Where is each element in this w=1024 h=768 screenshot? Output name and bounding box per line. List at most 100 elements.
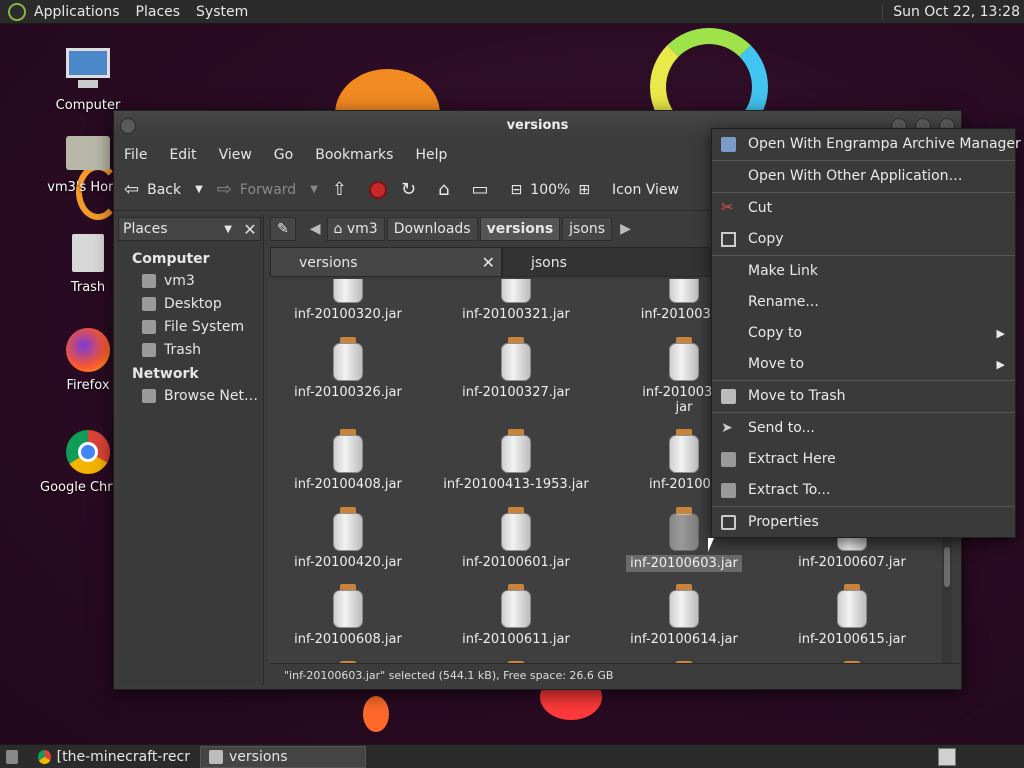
taskbar-item-label: [the-minecraft-recr…	[56, 748, 190, 765]
file-item[interactable]: inf-20100608.jar	[268, 584, 428, 647]
breadcrumb-left-arrow-icon[interactable]: ◀	[304, 218, 327, 240]
menu-properties[interactable]: Properties	[712, 507, 1015, 538]
archive-manager-icon	[721, 137, 736, 152]
top-panel: Applications Places System Sun Oct 22, 1…	[0, 0, 1024, 24]
network-icon	[142, 389, 156, 403]
taskbar-item-versions[interactable]: versions	[200, 745, 366, 768]
window-title: versions	[506, 118, 569, 133]
menu-open-with-other[interactable]: Open With Other Application…	[712, 161, 1015, 192]
menu-extract-here[interactable]: Extract Here	[712, 444, 1015, 475]
menu-rename[interactable]: Rename...	[712, 287, 1015, 318]
zoom-out-icon[interactable]: ⊟	[511, 182, 523, 198]
context-menu: Open With Engrampa Archive Manager Open …	[711, 128, 1021, 538]
sidebar-header: Places ▼ ✕	[118, 217, 261, 241]
forward-dropdown-icon[interactable]: ▼	[310, 184, 318, 195]
view-mode-select[interactable]: Icon View	[612, 182, 679, 198]
computer-button[interactable]: ▭	[472, 179, 497, 200]
breadcrumb-vm3[interactable]: ⌂ vm3	[326, 217, 385, 241]
file-item[interactable]: inf-20100320.jar	[268, 279, 428, 322]
zoom-in-icon[interactable]: ⊞	[578, 182, 590, 198]
menu-make-link[interactable]: Make Link	[712, 256, 1015, 287]
applications-menu[interactable]: Applications	[34, 4, 120, 20]
jar-file-icon	[331, 507, 365, 551]
menu-move-to-trash[interactable]: Move to Trash	[712, 381, 1015, 412]
menu-edit[interactable]: Edit	[169, 147, 196, 163]
sidebar-selector[interactable]: Places	[123, 221, 224, 237]
sidebar-close-icon[interactable]: ✕	[240, 220, 260, 239]
system-menu[interactable]: System	[196, 4, 248, 20]
file-item[interactable]: inf-20100321.jar	[436, 279, 596, 322]
sidebar-item-label: vm3	[164, 273, 195, 289]
panel-clock[interactable]: Sun Oct 22, 13:28	[882, 3, 1020, 20]
reload-button[interactable]: ↻	[401, 179, 424, 200]
menu-bookmarks[interactable]: Bookmarks	[315, 147, 393, 163]
sidebar-dropdown-icon[interactable]: ▼	[224, 224, 232, 235]
breadcrumb-right-arrow-icon[interactable]: ▶	[614, 218, 637, 240]
file-item[interactable]: inf-20100601.jar	[436, 507, 596, 570]
menu-copy-to[interactable]: Copy to ▶	[712, 318, 1015, 349]
file-item[interactable]: inf-20100326.jar	[268, 337, 428, 400]
sidebar-item-vm3[interactable]: vm3	[118, 270, 263, 293]
folder-icon	[209, 749, 223, 764]
taskbar-item-chrome[interactable]: [the-minecraft-recr…	[30, 746, 198, 768]
submenu-arrow-icon: ▶	[996, 327, 1005, 340]
show-desktop-button[interactable]	[2, 746, 28, 768]
file-item[interactable]: inf-20100614.jar	[604, 584, 764, 647]
jar-file-icon	[499, 507, 533, 551]
up-button[interactable]: ⇧	[332, 179, 355, 200]
file-item[interactable]: inf-20100615.jar	[772, 584, 932, 647]
home-button[interactable]: ⌂	[438, 179, 457, 200]
window-menu-icon[interactable]	[120, 118, 136, 134]
menu-help[interactable]: Help	[415, 147, 447, 163]
tab-versions[interactable]: versions ✕	[270, 247, 502, 277]
zoom-control[interactable]: ⊟ 100% ⊞	[511, 182, 599, 198]
file-item[interactable]: inf-20100420.jar	[268, 507, 428, 570]
menu-send-to[interactable]: ➤ Send to...	[712, 413, 1015, 444]
sidebar-group-network: Network	[132, 366, 199, 382]
file-item[interactable]: inf-20100408.jar	[268, 429, 428, 492]
stop-button[interactable]	[369, 180, 387, 199]
breadcrumb-versions[interactable]: versions	[479, 217, 561, 241]
tab-jsons[interactable]: jsons	[502, 247, 716, 277]
jar-file-icon	[667, 507, 701, 551]
back-arrow-icon: ⇦	[124, 179, 140, 200]
jar-file-icon	[667, 584, 701, 628]
toggle-location-entry-button[interactable]: ✎	[270, 217, 296, 241]
tab-close-icon[interactable]: ✕	[482, 248, 495, 278]
back-dropdown-icon[interactable]: ▼	[195, 184, 203, 195]
back-label: Back	[147, 181, 182, 198]
mate-logo-icon[interactable]	[8, 2, 26, 21]
scrollbar-thumb[interactable]	[944, 547, 950, 587]
sidebar-item-desktop[interactable]: Desktop	[118, 293, 263, 316]
reload-icon: ↻	[401, 179, 417, 200]
forward-button[interactable]: ⇨ Forward ▼	[217, 179, 318, 200]
extract-icon	[721, 483, 736, 498]
tab-label: versions	[299, 255, 358, 271]
menu-file[interactable]: File	[124, 147, 147, 163]
desktop-icon-computer[interactable]: Computer	[40, 46, 136, 113]
menu-move-to[interactable]: Move to ▶	[712, 349, 1015, 380]
menu-go[interactable]: Go	[274, 147, 293, 163]
sidebar-item-filesystem[interactable]: File System	[118, 316, 263, 339]
workspace-switcher[interactable]	[938, 747, 956, 766]
send-icon: ➤	[721, 420, 733, 436]
breadcrumb-downloads[interactable]: Downloads	[386, 217, 478, 241]
menu-copy[interactable]: Copy	[712, 224, 1015, 255]
sidebar-item-browse-network[interactable]: Browse Net…	[118, 385, 263, 408]
home-folder-icon	[142, 274, 156, 288]
menu-open-with-engrampa[interactable]: Open With Engrampa Archive Manager	[712, 129, 1021, 160]
sidebar-item-trash[interactable]: Trash	[118, 339, 263, 362]
menu-view[interactable]: View	[219, 147, 252, 163]
menu-cut[interactable]: ✂ Cut	[712, 193, 1015, 224]
sidebar-item-label: Desktop	[164, 296, 222, 312]
file-item[interactable]: inf-20100611.jar	[436, 584, 596, 647]
file-item[interactable]: inf-20100413-1953.jar	[436, 429, 596, 492]
file-item[interactable]: inf-20100327.jar	[436, 337, 596, 400]
drive-icon	[142, 320, 156, 334]
monitor-icon: ▭	[471, 179, 489, 200]
places-menu[interactable]: Places	[136, 4, 181, 20]
bottom-taskbar: [the-minecraft-recr… versions	[0, 744, 1024, 768]
back-button[interactable]: ⇦ Back ▼	[124, 179, 203, 200]
breadcrumb-jsons[interactable]: jsons	[562, 217, 613, 241]
menu-extract-to[interactable]: Extract To...	[712, 475, 1015, 506]
